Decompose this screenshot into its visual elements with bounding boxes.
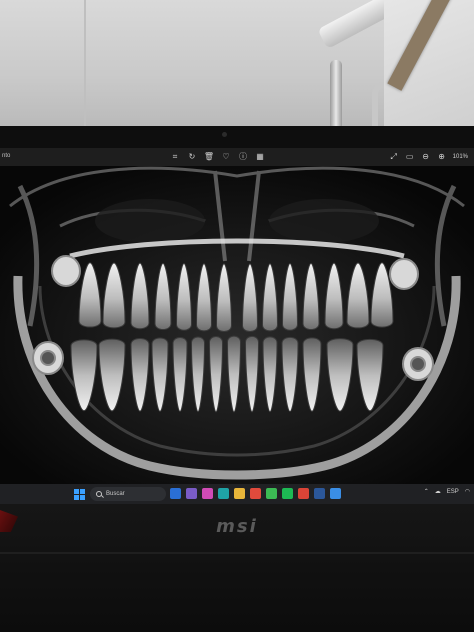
word-app-icon[interactable]: [314, 488, 325, 499]
brand-logo: msi: [216, 516, 258, 537]
delete-icon[interactable]: 🗑: [204, 151, 214, 162]
search-placeholder: Buscar: [106, 491, 125, 497]
taskbar-search[interactable]: Buscar: [90, 487, 166, 501]
info-icon[interactable]: ⓘ: [238, 151, 248, 162]
explorer-app-icon[interactable]: [234, 488, 245, 499]
photos-app-icon[interactable]: [330, 488, 341, 499]
dental-lamp-post: [330, 60, 342, 130]
files-app-icon[interactable]: [186, 488, 197, 499]
chrome-profile-app-icon[interactable]: [298, 488, 309, 499]
screen-bezel-top: [0, 126, 474, 148]
xray-drawing: [0, 166, 474, 484]
zoom-in-icon[interactable]: ⊕: [437, 151, 447, 162]
edge-app-icon[interactable]: [218, 488, 229, 499]
laptop: nto ⌗ ↻ 🗑 ♡ ⓘ ▦ ⤢ ▭ ⊖ ⊕ 101% Buscar ⌃ ☁ …: [0, 126, 474, 632]
fullscreen-icon[interactable]: ⤢: [389, 151, 399, 162]
windows-taskbar: Buscar ⌃ ☁ ESP ◠: [0, 484, 474, 504]
rotate-icon[interactable]: ↻: [187, 151, 197, 162]
room-background: [0, 0, 474, 130]
chevron-up-icon[interactable]: ⌃: [424, 488, 429, 495]
wall-seam: [84, 0, 86, 130]
language-indicator[interactable]: ESP: [447, 489, 459, 495]
viewer-toolbar: nto ⌗ ↻ 🗑 ♡ ⓘ ▦ ⤢ ▭ ⊖ ⊕ 101%: [0, 148, 474, 166]
store-app-icon[interactable]: [250, 488, 261, 499]
hinge-line: [0, 552, 474, 554]
crop-icon[interactable]: ⌗: [170, 151, 180, 162]
chrome-app-icon[interactable]: [266, 488, 277, 499]
slideshow-icon[interactable]: ▭: [405, 151, 415, 162]
system-tray: ⌃ ☁ ESP ◠: [424, 488, 470, 496]
viewer-title: nto: [2, 153, 11, 159]
favorite-icon[interactable]: ♡: [221, 151, 231, 162]
spotify-app-icon[interactable]: [282, 488, 293, 499]
widgets-app-icon[interactable]: [170, 488, 181, 499]
panoramic-xray-image: [0, 166, 474, 484]
laptop-bezel-bottom: msi: [0, 504, 474, 632]
viewer-edit-tools: ⌗ ↻ 🗑 ♡ ⓘ ▦: [170, 151, 265, 162]
webcam: [222, 132, 227, 137]
cloud-icon[interactable]: ☁: [435, 488, 441, 495]
edit-icon[interactable]: ▦: [255, 151, 265, 162]
media-app-icon[interactable]: [202, 488, 213, 499]
taskbar-apps: [170, 488, 341, 499]
zoom-level[interactable]: 101%: [453, 154, 468, 160]
windows-start-icon[interactable]: [74, 489, 85, 500]
zoom-out-icon[interactable]: ⊖: [421, 151, 431, 162]
laptop-screen: nto ⌗ ↻ 🗑 ♡ ⓘ ▦ ⤢ ▭ ⊖ ⊕ 101% Buscar ⌃ ☁ …: [0, 148, 474, 504]
search-icon: [96, 491, 102, 497]
viewer-zoom-tools: ⤢ ▭ ⊖ ⊕ 101%: [389, 151, 468, 162]
wifi-icon[interactable]: ◠: [465, 488, 470, 495]
